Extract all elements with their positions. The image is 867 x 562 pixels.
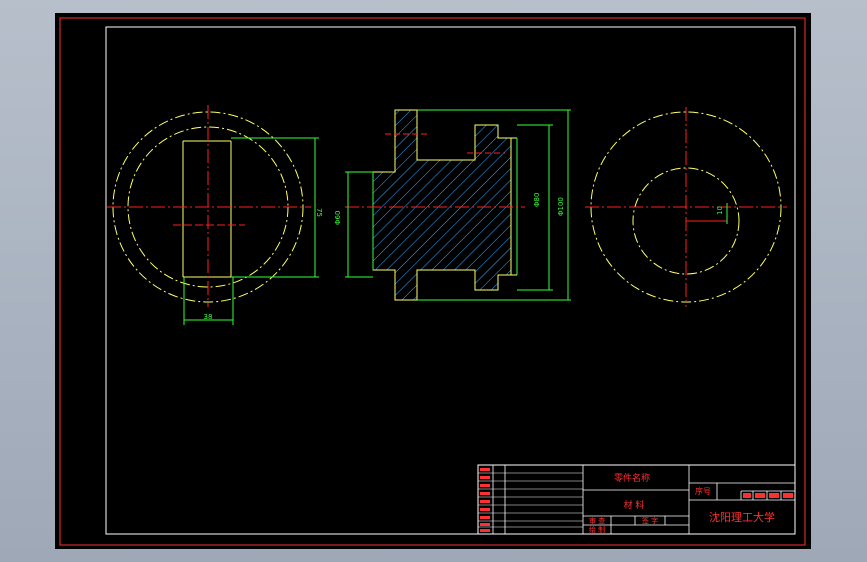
outer-frame — [59, 17, 806, 546]
cad-drawing: 75 38 Φ60 Φ80 Φ100 10 零件名称 材 料 审 查 签 字 绘… — [59, 17, 806, 546]
tb-mark-2 — [480, 476, 490, 479]
institution-label: 沈阳理工大学 — [709, 510, 775, 524]
cad-viewport: 75 38 Φ60 Φ80 Φ100 10 零件名称 材 料 审 查 签 字 绘… — [0, 0, 867, 562]
review-label: 审 查 — [589, 516, 605, 525]
tb-mark-4 — [480, 492, 490, 495]
tb-mark-8 — [480, 523, 490, 526]
dim-phi100-text: Φ100 — [557, 197, 565, 216]
section-view: Φ60 Φ80 Φ100 — [334, 109, 571, 301]
drawing-sheet: 75 38 Φ60 Φ80 Φ100 10 零件名称 材 料 审 查 签 字 绘… — [55, 13, 811, 549]
signature-label: 签 字 — [642, 516, 658, 525]
tb-mark-7 — [480, 516, 490, 519]
tb-small-marks — [480, 468, 490, 532]
drawn-label: 绘 制 — [589, 525, 605, 534]
tb-mark-3 — [480, 484, 490, 487]
dim-text-height: 75 — [315, 208, 323, 217]
tb-mark-6 — [480, 508, 490, 511]
tb-mark-9 — [480, 529, 490, 532]
part-name-label: 零件名称 — [614, 472, 650, 484]
tb-right-mark-4 — [783, 493, 793, 498]
left-view: 75 38 — [107, 105, 323, 325]
tb-mark-5 — [480, 500, 490, 503]
section-body — [372, 109, 512, 301]
dim-right-small-text: 10 — [716, 206, 724, 215]
seq-no-label: 序号 — [695, 486, 711, 496]
dim-text-width: 38 — [204, 313, 213, 321]
right-view: 10 — [585, 107, 787, 307]
tb-mark-1 — [480, 468, 490, 471]
material-label: 材 料 — [624, 499, 645, 511]
tb-right-mark-2 — [755, 493, 765, 498]
title-block: 零件名称 材 料 审 查 签 字 绘 制 序号 沈阳理工大学 — [477, 464, 796, 535]
tb-right-mark-1 — [743, 493, 751, 498]
tb-right-mark-3 — [769, 493, 779, 498]
dim-phi80-text: Φ80 — [533, 193, 541, 207]
dim-phi60-text: Φ60 — [334, 211, 342, 225]
inner-frame — [105, 26, 796, 535]
